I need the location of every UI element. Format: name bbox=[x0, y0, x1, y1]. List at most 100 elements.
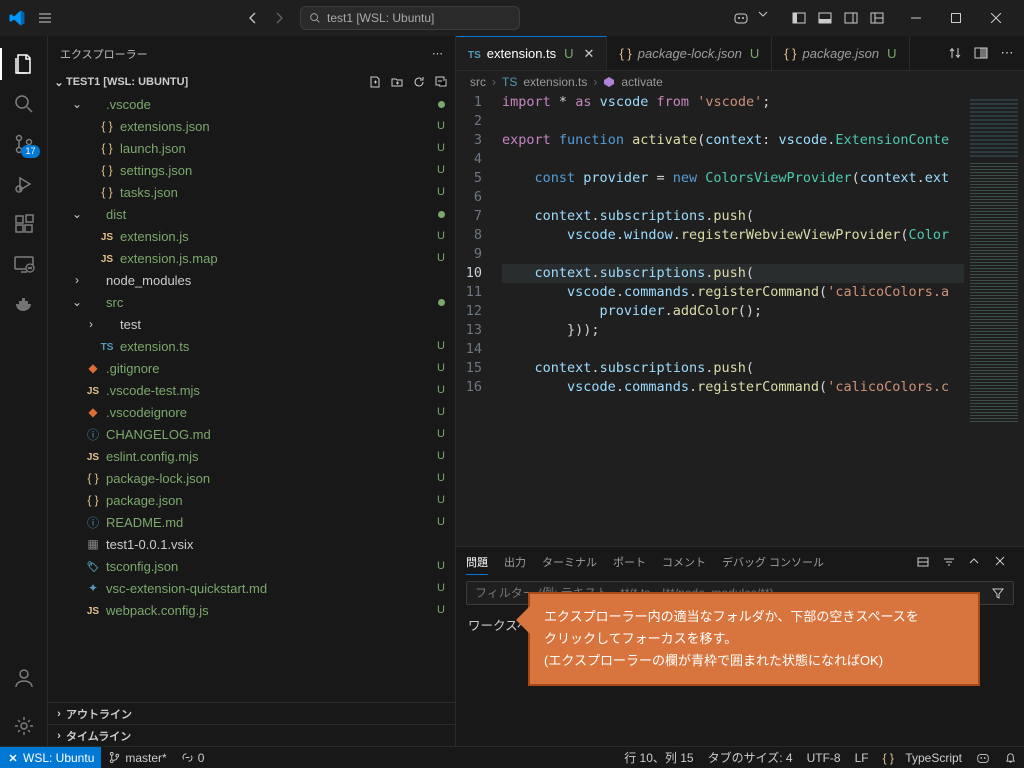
git-branch[interactable]: master* bbox=[101, 751, 173, 765]
editor-tabs: TSextension.tsU✕{ }package-lock.jsonU{ }… bbox=[456, 36, 1024, 71]
scm-view-icon[interactable]: 17 bbox=[0, 124, 48, 164]
docker-view-icon[interactable] bbox=[0, 284, 48, 324]
folder-item[interactable]: ⌄dist bbox=[48, 203, 455, 225]
file-item[interactable]: JSextension.js.mapU bbox=[48, 247, 455, 269]
panel-tab[interactable]: デバッグ コンソール bbox=[722, 550, 824, 574]
file-item[interactable]: { }package.jsonU bbox=[48, 489, 455, 511]
more-actions-icon[interactable]: ⋯ bbox=[996, 42, 1018, 64]
panel-tab[interactable]: コメント bbox=[662, 550, 706, 574]
folder-section-header[interactable]: ⌄ TEST1 [WSL: UBUNTU] bbox=[48, 71, 455, 93]
workspace-name: TEST1 [WSL: UBUNTU] bbox=[66, 76, 188, 88]
panel-tab[interactable]: 問題 bbox=[466, 550, 488, 575]
file-item[interactable]: ◆.gitignoreU bbox=[48, 357, 455, 379]
window-maximize-button[interactable] bbox=[936, 3, 976, 33]
vscode-logo-icon bbox=[8, 9, 26, 27]
panel-tab[interactable]: ポート bbox=[613, 550, 646, 574]
settings-gear-icon[interactable] bbox=[0, 706, 48, 746]
file-item[interactable]: JS.vscode-test.mjsU bbox=[48, 379, 455, 401]
file-item[interactable]: JSeslint.config.mjsU bbox=[48, 445, 455, 467]
file-item[interactable]: { }package-lock.jsonU bbox=[48, 467, 455, 489]
panel-maximize-icon[interactable] bbox=[968, 555, 988, 569]
customize-layout-icon[interactable] bbox=[866, 7, 888, 29]
copilot-icon[interactable] bbox=[730, 7, 752, 29]
sidebar-title: エクスプローラー ⋯ bbox=[48, 36, 455, 71]
file-tree[interactable]: ⌄.vscode{ }extensions.jsonU{ }launch.jso… bbox=[48, 93, 455, 702]
file-item[interactable]: TSextension.tsU bbox=[48, 335, 455, 357]
scm-badge: 17 bbox=[21, 145, 39, 158]
eol-status[interactable]: LF bbox=[848, 751, 876, 765]
file-item[interactable]: { }settings.jsonU bbox=[48, 159, 455, 181]
debug-view-icon[interactable] bbox=[0, 164, 48, 204]
cursor-position[interactable]: 行 10、列 15 bbox=[617, 749, 700, 766]
accounts-icon[interactable] bbox=[0, 658, 48, 698]
search-icon bbox=[309, 12, 321, 24]
file-item[interactable]: 🏷tsconfig.jsonU bbox=[48, 555, 455, 577]
sidebar-more-button[interactable]: ⋯ bbox=[432, 47, 443, 60]
outline-section[interactable]: ›アウトライン bbox=[48, 702, 455, 724]
window-close-button[interactable] bbox=[976, 3, 1016, 33]
file-item[interactable]: { }tasks.jsonU bbox=[48, 181, 455, 203]
ports-status[interactable]: 0 bbox=[174, 751, 212, 765]
new-folder-button[interactable] bbox=[387, 72, 407, 92]
panel-filter-icon[interactable] bbox=[942, 555, 962, 569]
activity-bar: 17 bbox=[0, 36, 48, 746]
status-bar: WSL: Ubuntu master* 0 行 10、列 15 タブのサイズ: … bbox=[0, 746, 1024, 768]
chevron-down-icon[interactable] bbox=[756, 7, 770, 21]
panel-layout-icon[interactable] bbox=[916, 555, 936, 569]
search-text: test1 [WSL: Ubuntu] bbox=[327, 11, 434, 25]
method-icon bbox=[603, 76, 615, 88]
tab-close-icon[interactable]: ✕ bbox=[584, 46, 595, 62]
code-editor[interactable]: 12345678910111213141516 import * as vsco… bbox=[456, 93, 1024, 546]
nav-back-button[interactable] bbox=[240, 5, 266, 31]
hamburger-menu-button[interactable] bbox=[34, 7, 56, 29]
command-center[interactable]: test1 [WSL: Ubuntu] bbox=[300, 6, 520, 30]
compare-changes-icon[interactable] bbox=[944, 42, 966, 64]
folder-item[interactable]: ⌄.vscode bbox=[48, 93, 455, 115]
nav-forward-button[interactable] bbox=[266, 5, 292, 31]
breadcrumbs[interactable]: src› TS extension.ts› activate bbox=[456, 71, 1024, 93]
panel-tabs: 問題出力ターミナルポートコメントデバッグ コンソール bbox=[456, 547, 1024, 577]
folder-item[interactable]: ›node_modules bbox=[48, 269, 455, 291]
minimap[interactable] bbox=[964, 93, 1024, 546]
editor-tab[interactable]: TSextension.tsU✕ bbox=[456, 36, 607, 70]
file-item[interactable]: ▦test1-0.0.1.vsix bbox=[48, 533, 455, 555]
panel-tab[interactable]: ターミナル bbox=[542, 550, 597, 574]
panel-tab[interactable]: 出力 bbox=[504, 550, 526, 574]
folder-item[interactable]: ⌄src bbox=[48, 291, 455, 313]
collapse-all-button[interactable] bbox=[431, 72, 451, 92]
file-item[interactable]: { }extensions.jsonU bbox=[48, 115, 455, 137]
timeline-section[interactable]: ›タイムライン bbox=[48, 724, 455, 746]
folder-item[interactable]: ›test bbox=[48, 313, 455, 335]
search-view-icon[interactable] bbox=[0, 84, 48, 124]
encoding-status[interactable]: UTF-8 bbox=[800, 751, 848, 765]
file-item[interactable]: JSextension.jsU bbox=[48, 225, 455, 247]
file-item[interactable]: JSwebpack.config.jsU bbox=[48, 599, 455, 621]
panel-close-icon[interactable] bbox=[994, 555, 1014, 569]
editor-tab[interactable]: { }package-lock.jsonU bbox=[607, 36, 772, 70]
file-item[interactable]: ⓘCHANGELOG.mdU bbox=[48, 423, 455, 445]
copilot-status-icon[interactable] bbox=[969, 751, 997, 765]
layout-icon[interactable] bbox=[788, 7, 810, 29]
language-mode[interactable]: { } TypeScript bbox=[876, 751, 969, 765]
file-item[interactable]: ✦vsc-extension-quickstart.mdU bbox=[48, 577, 455, 599]
new-file-button[interactable] bbox=[365, 72, 385, 92]
file-item[interactable]: { }launch.jsonU bbox=[48, 137, 455, 159]
refresh-button[interactable] bbox=[409, 72, 429, 92]
layout-panel-icon[interactable] bbox=[814, 7, 836, 29]
titlebar: test1 [WSL: Ubuntu] bbox=[0, 0, 1024, 36]
funnel-icon[interactable] bbox=[991, 586, 1005, 600]
window-minimize-button[interactable] bbox=[896, 3, 936, 33]
notifications-icon[interactable] bbox=[997, 751, 1024, 764]
indentation-status[interactable]: タブのサイズ: 4 bbox=[701, 749, 800, 766]
file-item[interactable]: ◆.vscodeignoreU bbox=[48, 401, 455, 423]
extensions-view-icon[interactable] bbox=[0, 204, 48, 244]
file-item[interactable]: ⓘREADME.mdU bbox=[48, 511, 455, 533]
remote-indicator[interactable]: WSL: Ubuntu bbox=[0, 747, 101, 768]
explorer-sidebar: エクスプローラー ⋯ ⌄ TEST1 [WSL: UBUNTU] ⌄.vscod… bbox=[48, 36, 456, 746]
split-editor-icon[interactable] bbox=[970, 42, 992, 64]
layout-right-icon[interactable] bbox=[840, 7, 862, 29]
explorer-view-icon[interactable] bbox=[0, 44, 48, 84]
remote-explorer-view-icon[interactable] bbox=[0, 244, 48, 284]
editor-tab[interactable]: { }package.jsonU bbox=[772, 36, 909, 70]
annotation-callout: エクスプローラー内の適当なフォルダか、下部の空きスペースを クリックしてフォーカ… bbox=[528, 592, 980, 686]
